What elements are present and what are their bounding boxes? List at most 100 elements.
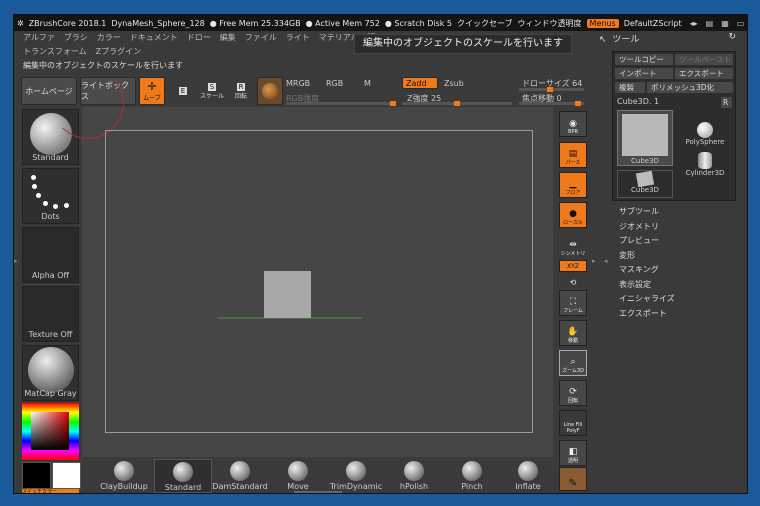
tool-refresh-icon[interactable]: ↻ [728, 32, 736, 42]
import-button[interactable]: インポート [615, 68, 673, 79]
menu-export[interactable]: エクスポート [619, 308, 667, 319]
edit-button[interactable]: E [170, 77, 196, 105]
menu-file[interactable]: ファイル [245, 32, 277, 43]
menu-brush[interactable]: ブラシ [64, 32, 88, 43]
menu-material[interactable]: マテリアル [319, 32, 359, 43]
menu-deformation[interactable]: 変形 [619, 250, 635, 261]
brush-hpolish[interactable]: hPolish [386, 459, 442, 491]
switch-color-button[interactable]: スイッチカラー [22, 489, 79, 493]
zadd-button[interactable]: Zadd [402, 77, 438, 89]
brush-standard[interactable]: Standard [154, 459, 212, 493]
material-sphere-icon [262, 83, 278, 99]
menu-alpha[interactable]: アルファ [23, 32, 55, 43]
brush-inflate[interactable]: Inflate [500, 459, 556, 491]
material-sphere-button[interactable] [257, 77, 283, 105]
menu-edit[interactable]: 編集 [220, 32, 236, 43]
color-picker[interactable] [22, 403, 79, 460]
move-view-button[interactable]: ✋ 移動 [559, 320, 587, 346]
bpr-button[interactable]: ◉ BPR [559, 111, 587, 137]
brush-move[interactable]: Move [270, 459, 326, 491]
tool-r-button[interactable]: R [721, 97, 732, 108]
material-picker[interactable]: MatCap Gray [22, 345, 79, 401]
tool-palette-header[interactable]: ↖ ツール ↻ [599, 32, 744, 46]
brush-pen-button[interactable]: ✎ [559, 467, 587, 491]
menu-geometry[interactable]: ジオメトリ [619, 221, 659, 232]
menu-initialize[interactable]: イニシャライズ [619, 293, 675, 304]
focal-shift-slider[interactable] [519, 101, 584, 106]
frame-button[interactable]: ⛶ フレーム [559, 290, 587, 316]
rotate-y-button[interactable]: ⟲ [559, 274, 587, 288]
floor-button[interactable]: ▁ フロア [559, 172, 587, 198]
brush-claybuildup[interactable]: ClayBuildup [96, 459, 152, 491]
grid-icon[interactable]: ▦ [721, 19, 729, 28]
document-canvas[interactable] [52, 67, 553, 457]
menu-display-properties[interactable]: 表示設定 [619, 279, 651, 290]
duplicate-button[interactable]: 複製 [615, 82, 645, 93]
zoom3d-button[interactable]: ⌕ ズーム3D [559, 350, 587, 376]
cube3d-icon [622, 114, 668, 156]
transparency-button[interactable]: ウィンドウ透明度 [518, 18, 582, 29]
brush-pinch[interactable]: Pinch [444, 459, 500, 491]
tool-polysphere-thumb[interactable]: PolySphere [679, 122, 731, 150]
tool-copy-button[interactable]: ツールコピー [615, 54, 673, 65]
polyf-button[interactable]: Line Fill PolyF [559, 410, 587, 436]
xyz-button[interactable]: XYZ [559, 260, 587, 272]
cube3d-mesh[interactable] [264, 271, 311, 318]
menu-light[interactable]: ライト [286, 32, 310, 43]
menu-draw[interactable]: ドロー [187, 32, 211, 43]
menu-document[interactable]: ドキュメント [130, 32, 178, 43]
draw-size-thumb[interactable] [547, 87, 553, 92]
texture-picker[interactable]: Texture Off [22, 286, 79, 342]
layout-icon[interactable]: ▤ [706, 19, 714, 28]
brush-scroll-handle[interactable] [294, 491, 342, 493]
export-button[interactable]: エクスポート [675, 68, 733, 79]
rgb-intensity-thumb[interactable] [390, 101, 396, 106]
menu-transform[interactable]: トランスフォーム [23, 46, 87, 57]
color-square[interactable] [31, 412, 69, 450]
m-button[interactable]: M [364, 79, 371, 88]
z-intensity-thumb[interactable] [454, 101, 460, 106]
symmetry-button[interactable]: ⇹ シンメトリ [559, 232, 587, 258]
rotate-view-button[interactable]: ⟳ 回転 [559, 380, 587, 406]
tool-cylinder3d-thumb[interactable]: Cylinder3D [679, 152, 731, 180]
default-zscript-button[interactable]: DefaultZScript [624, 19, 682, 28]
tool-cube3d-small-thumb[interactable]: Cube3D [617, 170, 673, 198]
perspective-button[interactable]: ▤ パース [559, 142, 587, 168]
menu-subtool[interactable]: サブツール [619, 206, 659, 217]
stroke-picker[interactable]: Dots [22, 168, 79, 224]
menu-color[interactable]: カラー [97, 32, 121, 43]
window-icon[interactable]: ▭ [737, 19, 745, 28]
mrgb-button[interactable]: MRGB [286, 79, 310, 88]
menus-button[interactable]: Menus [586, 18, 619, 28]
secondary-color-swatch[interactable] [52, 462, 81, 489]
cylinder3d-icon [698, 152, 712, 169]
alpha-picker[interactable]: Alpha Off [22, 227, 79, 283]
z-intensity-slider[interactable] [402, 101, 512, 106]
hand-icon: ✋ [567, 327, 579, 337]
left-dock-arrow-icon[interactable]: ▸ [14, 257, 18, 265]
local-button[interactable]: ● ローカル [559, 202, 587, 228]
tool-paste-button[interactable]: ツールペースト [675, 54, 733, 65]
texture-label: Texture Off [28, 330, 73, 339]
right-dock-arrow-icon[interactable]: ▸ [592, 257, 596, 265]
move-button[interactable]: ✛ ムーブ [139, 77, 165, 105]
menu-zplugin[interactable]: Zプラグイン [96, 46, 141, 57]
menu-masking[interactable]: マスキング [619, 264, 659, 275]
focal-shift-thumb[interactable] [575, 101, 581, 106]
transparency-view-button[interactable]: ◧ 透明 [559, 440, 587, 466]
zsub-button[interactable]: Zsub [444, 79, 464, 88]
quicksave-button[interactable]: クイックセーブ [457, 18, 513, 29]
rotate-button[interactable]: R 回転 [228, 77, 254, 105]
arrows-icon[interactable]: ◂▸ [690, 19, 698, 28]
polymesh3d-button[interactable]: ポリメッシュ3D化 [647, 82, 733, 93]
rgb-intensity-slider[interactable] [286, 101, 396, 106]
menu-preview[interactable]: プレビュー [619, 235, 659, 246]
brush-damstandard[interactable]: DamStandard [212, 459, 268, 491]
brush-trimdynamic[interactable]: TrimDynamic [328, 459, 384, 491]
rgb-button[interactable]: RGB [326, 79, 343, 88]
scale-button[interactable]: S スケール [199, 77, 225, 105]
primary-color-swatch[interactable] [22, 462, 51, 489]
tool-cube3d-thumb[interactable]: Cube3D [617, 110, 673, 166]
draw-size-slider[interactable] [519, 87, 584, 92]
right-dock-arrow-icon-2[interactable]: ◂ [604, 257, 608, 265]
